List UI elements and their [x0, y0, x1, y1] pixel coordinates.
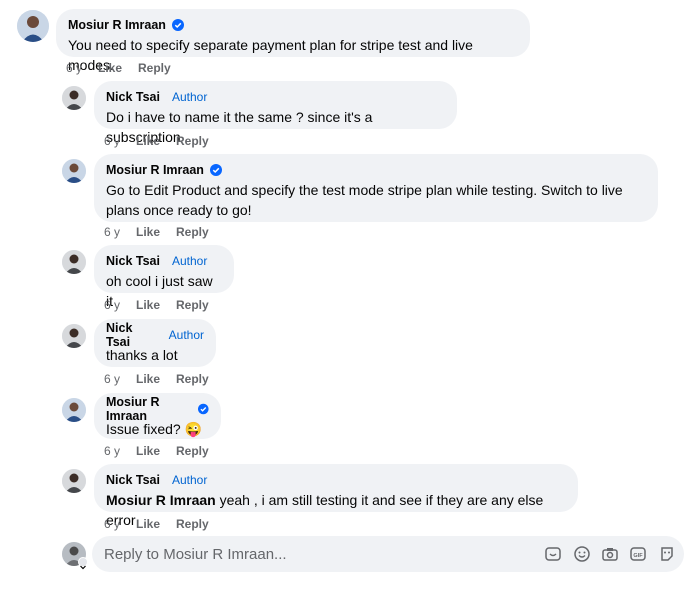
comment-actions: 6 y Like Reply: [104, 133, 225, 149]
avatar[interactable]: [17, 10, 49, 42]
author-badge: Author: [171, 254, 208, 268]
camera-icon[interactable]: [601, 545, 619, 563]
author-name[interactable]: Mosiur R Imraan: [68, 18, 166, 32]
avatar[interactable]: [62, 469, 86, 493]
like-button[interactable]: Like: [136, 134, 160, 148]
comment-bubble: Nick Tsai Author Mosiur R Imraan yeah , …: [94, 464, 578, 528]
avatar[interactable]: [62, 86, 86, 110]
comment-bubble: Nick Tsai Author Do i have to name it th…: [94, 81, 457, 145]
comment-actions: 6 y Like Reply: [104, 443, 225, 459]
reply-button[interactable]: Reply: [176, 225, 209, 239]
comment-actions: 6 y Like Reply: [104, 297, 225, 313]
avatar[interactable]: [62, 159, 86, 183]
reply-box: GIF: [92, 536, 684, 572]
comment-text-line: Go to Edit Product and specify the test …: [106, 182, 623, 198]
timestamp[interactable]: 6 y: [66, 61, 98, 75]
like-button[interactable]: Like: [98, 61, 122, 75]
timestamp[interactable]: 6 y: [104, 517, 136, 531]
comment-text: thanks a lot: [106, 347, 178, 363]
verified-badge-icon: [171, 19, 184, 31]
like-button[interactable]: Like: [136, 225, 160, 239]
comment-bubble: Mosiur R Imraan You need to specify sepa…: [56, 9, 530, 73]
like-button[interactable]: Like: [136, 517, 160, 531]
author-name[interactable]: Nick Tsai: [106, 254, 160, 268]
comment-actions: 6 y Like Reply: [104, 371, 225, 387]
like-button[interactable]: Like: [136, 372, 160, 386]
avatar[interactable]: [62, 250, 86, 274]
reply-input[interactable]: [104, 544, 534, 564]
chevron-down-icon[interactable]: [78, 557, 88, 570]
author-badge: Author: [168, 328, 204, 342]
author-name[interactable]: Nick Tsai: [106, 90, 160, 104]
timestamp[interactable]: 6 y: [104, 372, 136, 386]
timestamp[interactable]: 6 y: [104, 444, 136, 458]
avatar-sticker-icon[interactable]: [658, 545, 676, 563]
winking-face-emoji-icon: 😜: [184, 421, 203, 437]
comment-text-line: plans once ready to go!: [106, 202, 252, 218]
comment-text: Issue fixed? 😜: [106, 419, 209, 439]
like-button[interactable]: Like: [136, 444, 160, 458]
comment-actions: 6 y Like Reply: [104, 516, 225, 532]
emoji-icon[interactable]: [573, 545, 591, 563]
reply-button[interactable]: Reply: [176, 517, 209, 531]
author-badge: Author: [171, 90, 208, 104]
reply-button[interactable]: Reply: [176, 372, 209, 386]
author-name[interactable]: Nick Tsai: [106, 473, 160, 487]
reply-button[interactable]: Reply: [138, 61, 171, 75]
reply-button[interactable]: Reply: [176, 134, 209, 148]
sticker-icon[interactable]: [544, 545, 562, 563]
comment-actions: 6 y Like Reply: [66, 60, 187, 76]
timestamp[interactable]: 6 y: [104, 134, 136, 148]
comment-text: Go to Edit Product and specify the test …: [106, 180, 646, 220]
avatar[interactable]: [62, 398, 86, 422]
comment-text-body: Issue fixed?: [106, 421, 185, 437]
comment-bubble: Mosiur R Imraan Go to Edit Product and s…: [94, 154, 658, 222]
comment-actions: 6 y Like Reply: [104, 224, 225, 240]
reply-button[interactable]: Reply: [176, 298, 209, 312]
mention-link[interactable]: Mosiur R Imraan: [106, 492, 216, 508]
comment-bubble: Nick Tsai Author oh cool i just saw it: [94, 245, 234, 309]
author-name[interactable]: Mosiur R Imraan: [106, 163, 204, 177]
like-button[interactable]: Like: [136, 298, 160, 312]
comment-bubble: Mosiur R Imraan Issue fixed? 😜: [94, 393, 221, 439]
verified-badge-icon: [198, 403, 209, 415]
svg-text:GIF: GIF: [633, 553, 643, 559]
verified-badge-icon: [209, 164, 222, 176]
timestamp[interactable]: 6 y: [104, 298, 136, 312]
comment-bubble: Nick Tsai Author thanks a lot: [94, 319, 216, 367]
gif-icon[interactable]: GIF: [629, 545, 647, 563]
timestamp[interactable]: 6 y: [104, 225, 136, 239]
author-badge: Author: [171, 473, 208, 487]
reply-button[interactable]: Reply: [176, 444, 209, 458]
avatar[interactable]: [62, 324, 86, 348]
